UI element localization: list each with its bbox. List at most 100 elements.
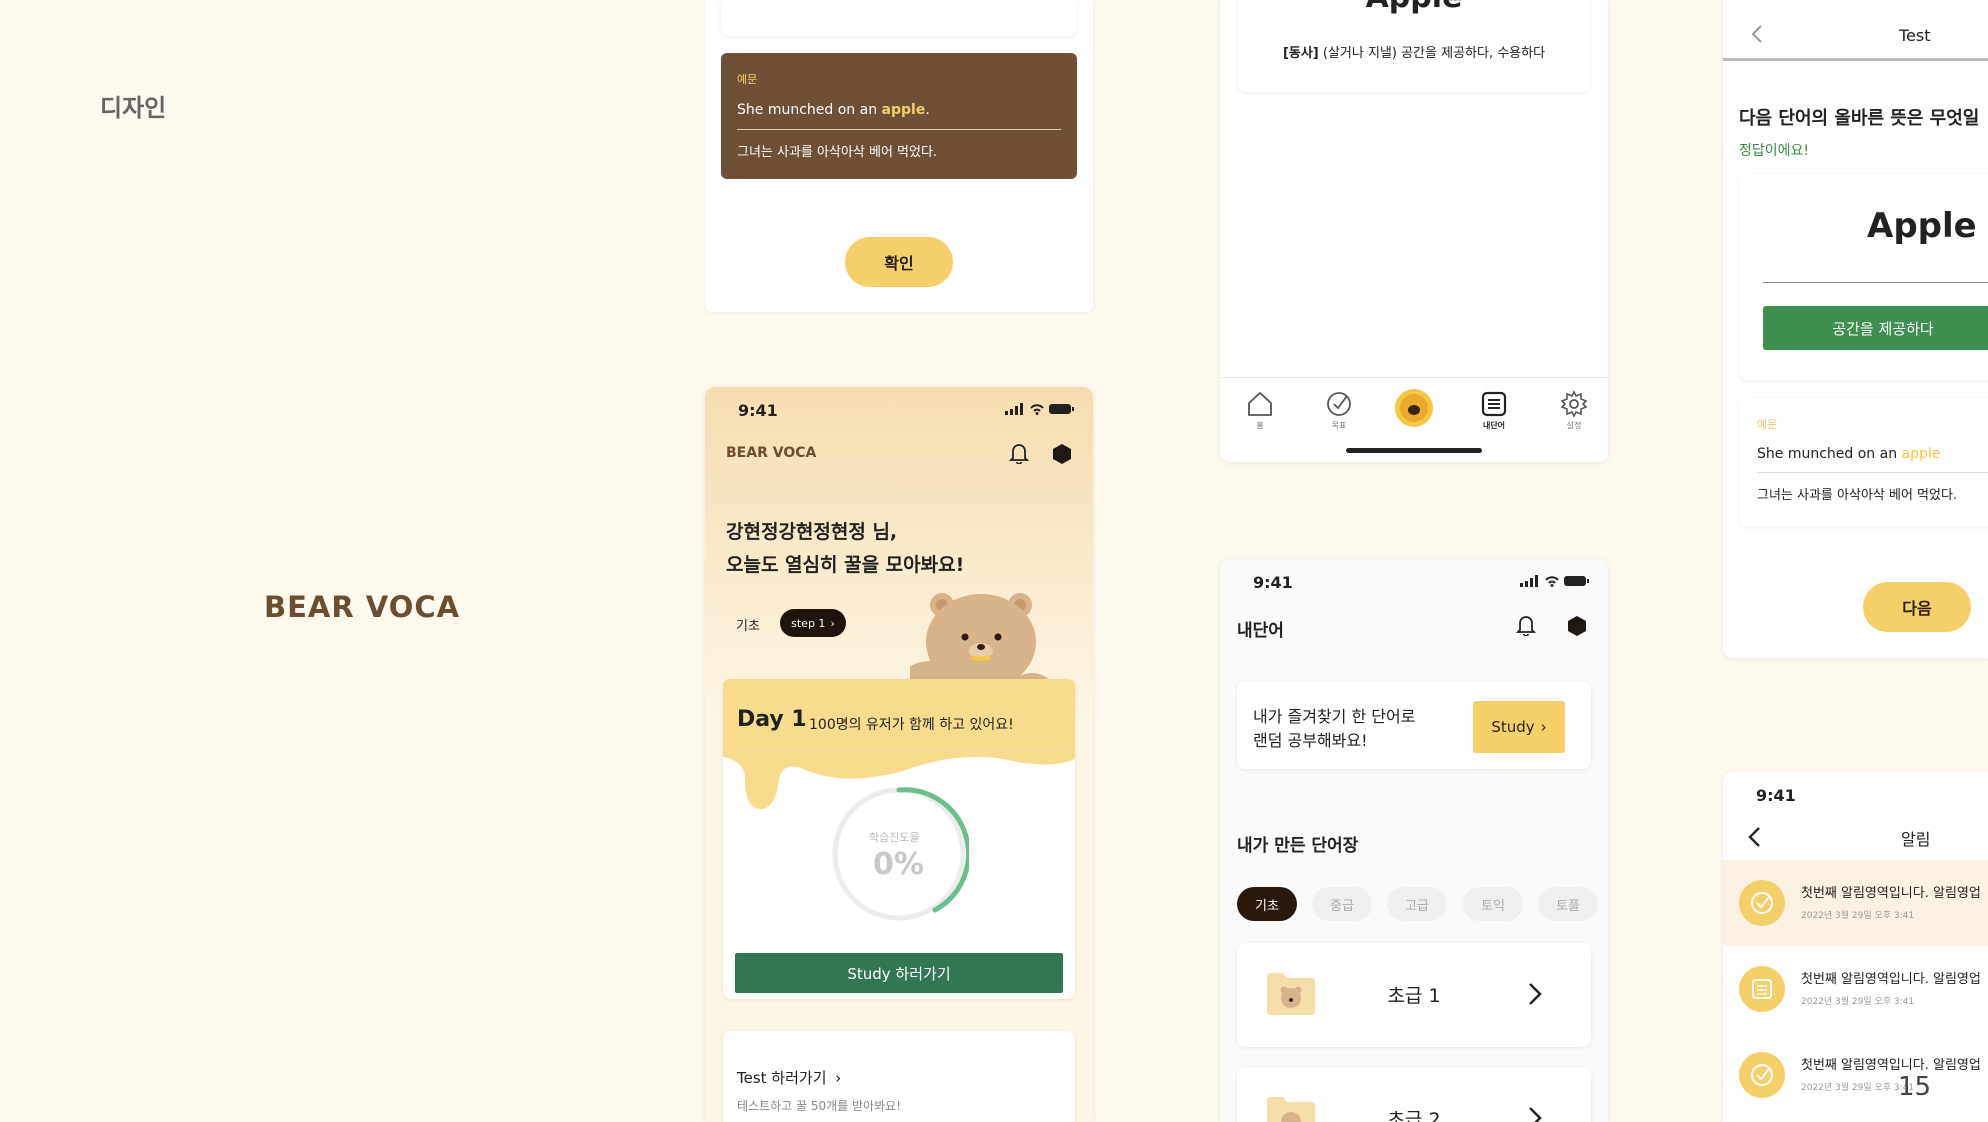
notification-item[interactable]: 첫번째 알림영역입니다. 알림영업 2022년 3월 29일 오후 3:41 xyxy=(1723,946,1988,1032)
study-button[interactable]: Study 하러가기 xyxy=(735,953,1063,993)
page-title: 내단어 xyxy=(1237,621,1284,641)
greeting-line-2: 오늘도 열심히 꿀을 모아봐요! xyxy=(726,554,965,576)
example-translation: 그녀는 사과를 아삭아삭 베어 먹었다. xyxy=(1757,488,1958,503)
section-title: 디자인 xyxy=(100,94,167,122)
list-icon xyxy=(1739,966,1785,1012)
chevron-right-icon: › xyxy=(1540,718,1547,736)
result-text: 정답이에요! xyxy=(1739,143,1810,159)
progress-label: 학습진도율 xyxy=(869,831,920,844)
status-icons xyxy=(1520,575,1590,587)
promo-line-2: 랜덤 공부해봐요! xyxy=(1253,731,1368,750)
day-divider xyxy=(737,749,1061,750)
filter-intermediate[interactable]: 중급 xyxy=(1312,887,1372,921)
greeting-line-1: 강현정강현정현정 님, xyxy=(726,521,898,543)
day-label: Day 1 xyxy=(737,707,807,732)
example-divider xyxy=(1757,472,1988,473)
word-detail-screen: Apple [동사] (살거나 지낼) 공간을 제공하다, 수용하다 홈 목표 … xyxy=(1220,0,1608,462)
study-random-button[interactable]: Study › xyxy=(1473,701,1565,753)
tab-goal[interactable]: 목표 xyxy=(1315,390,1363,431)
screen-title: Test xyxy=(1899,26,1931,45)
back-icon[interactable] xyxy=(1751,24,1763,44)
test-link-label: Test 하러가기 xyxy=(737,1069,827,1087)
bear-center-icon xyxy=(1395,389,1433,427)
notification-item[interactable]: 첫번째 알림영역입니다. 알림영업 2022년 3월 29일 오후 3:41 xyxy=(1723,1032,1988,1118)
test-card[interactable]: Test 하러가기 › 테스트하고 꿀 50개를 받아봐요! xyxy=(723,1031,1075,1122)
home-logo: BEAR VOCA xyxy=(726,445,817,461)
word-definition: [동사] (살거나 지낼) 공간을 제공하다, 수용하다 xyxy=(1238,42,1590,61)
confirm-button[interactable]: 확인 xyxy=(845,237,953,287)
chevron-right-icon: › xyxy=(830,616,835,630)
honey-icon[interactable] xyxy=(1053,444,1071,464)
filter-toeic[interactable]: 토익 xyxy=(1463,887,1523,921)
divider xyxy=(737,129,1061,130)
back-icon[interactable] xyxy=(1747,826,1761,848)
home-screen: 9:41 BEAR VOCA 강현정강현정현정 님, 오늘도 열심히 꿀을 모아… xyxy=(705,387,1093,1122)
bell-icon[interactable] xyxy=(1009,442,1029,464)
example-sentence-text: She munched on an xyxy=(737,102,882,118)
example-screen: 예문 She munched on an apple. 그녀는 사과를 아삭아삭… xyxy=(705,0,1093,312)
next-button[interactable]: 다음 xyxy=(1863,582,1971,632)
honey-icon[interactable] xyxy=(1568,616,1586,636)
example-label: 예문 xyxy=(737,73,758,86)
home-icon xyxy=(1248,391,1272,416)
example-label: 예문 xyxy=(1757,418,1778,431)
example-translation: 그녀는 사과를 아삭아삭 베어 먹었다. xyxy=(737,145,938,160)
word-card: Apple [동사] (살거나 지낼) 공간을 제공하다, 수용하다 xyxy=(1238,0,1590,92)
question: 다음 단어의 올바른 뜻은 무엇일 xyxy=(1739,108,1980,129)
test-link[interactable]: Test 하러가기 › xyxy=(737,1067,841,1088)
answer-button[interactable]: 공간을 제공하다 xyxy=(1763,306,1988,350)
tab-mywords[interactable]: 내단어 xyxy=(1470,390,1518,431)
section-title: 내가 만든 단어장 xyxy=(1237,836,1359,856)
tab-home-label: 홈 xyxy=(1256,421,1264,430)
filter-basic[interactable]: 기초 xyxy=(1237,887,1297,921)
promo-card: 내가 즐겨찾기 한 단어로 랜덤 공부해봐요! Study › xyxy=(1237,681,1591,769)
chevron-right-icon xyxy=(1527,1105,1543,1122)
tab-home[interactable]: 홈 xyxy=(1236,390,1284,431)
tab-mywords-label: 내단어 xyxy=(1482,421,1506,430)
day-subtitle: 100명의 유저가 함께 하고 있어요! xyxy=(809,717,1014,733)
top-partial-card xyxy=(721,0,1077,36)
filter-advanced[interactable]: 고급 xyxy=(1387,887,1447,921)
bell-icon[interactable] xyxy=(1516,614,1536,636)
status-icons xyxy=(1005,403,1075,415)
folder-item[interactable]: 초급 1 xyxy=(1237,943,1591,1047)
notification-item[interactable]: 첫번째 알림영역입니다. 알림영업 2022년 3월 29일 오후 3:41 xyxy=(1723,860,1988,946)
word-title: Apple xyxy=(1238,0,1590,15)
step-chip[interactable]: step 1 › xyxy=(780,609,846,637)
target-icon xyxy=(1739,880,1785,926)
tab-center[interactable] xyxy=(1394,388,1434,428)
notification-text: 첫번째 알림영역입니다. 알림영업 xyxy=(1801,972,1981,987)
filter-toefl[interactable]: 토플 xyxy=(1538,887,1598,921)
test-subtitle: 테스트하고 꿀 50개를 받아봐요! xyxy=(737,1099,902,1113)
tab-settings-label: 설정 xyxy=(1566,421,1582,430)
example-sentence: She munched on an apple. xyxy=(737,102,930,118)
study-random-label: Study xyxy=(1491,718,1535,736)
header-underline xyxy=(1723,58,1988,61)
gear-icon xyxy=(1560,390,1588,418)
example-highlight: apple xyxy=(1901,446,1941,462)
list-icon xyxy=(1481,391,1507,417)
step-label: step 1 xyxy=(791,616,826,630)
day-card: Day 1 100명의 유저가 함께 하고 있어요! 학습진도율 0% Stud… xyxy=(723,679,1075,999)
tab-goal-label: 목표 xyxy=(1331,421,1347,430)
progress-value: 0% xyxy=(873,847,924,882)
notification-date: 2022년 3월 29일 오후 3:41 xyxy=(1801,997,1915,1007)
promo-line-1: 내가 즐겨찾기 한 단어로 xyxy=(1253,707,1416,726)
answer-divider xyxy=(1763,282,1988,283)
brand-logo: BEAR VOCA xyxy=(264,590,461,624)
tab-settings[interactable]: 설정 xyxy=(1550,390,1598,431)
notification-date: 2022년 3월 29일 오후 3:41 xyxy=(1801,911,1915,921)
tabbar-divider xyxy=(1220,377,1608,378)
definition-text: (살거나 지낼) 공간을 제공하다, 수용하다 xyxy=(1318,46,1546,61)
screen-title: 알림 xyxy=(1901,830,1931,849)
test-example-card: 예문 She munched on an apple 그녀는 사과를 아삭아삭 … xyxy=(1739,398,1988,526)
alerts-screen: 9:41 알림 첫번째 알림영역입니다. 알림영업 2022년 3월 29일 오… xyxy=(1723,772,1988,1122)
level-label[interactable]: 기초 xyxy=(736,615,760,634)
example-sentence: She munched on an apple xyxy=(1757,446,1940,462)
chevron-right-icon xyxy=(1527,981,1543,1007)
folder-item[interactable]: 초급 2 xyxy=(1237,1067,1591,1122)
example-sentence-end: . xyxy=(925,102,930,118)
test-word-card: Apple 공간을 제공하다 xyxy=(1739,174,1988,380)
mywords-screen: 9:41 내단어 내가 즐겨찾기 한 단어로 랜덤 공부해봐요! Study ›… xyxy=(1220,559,1608,1122)
example-sentence-text: She munched on an xyxy=(1757,446,1902,462)
